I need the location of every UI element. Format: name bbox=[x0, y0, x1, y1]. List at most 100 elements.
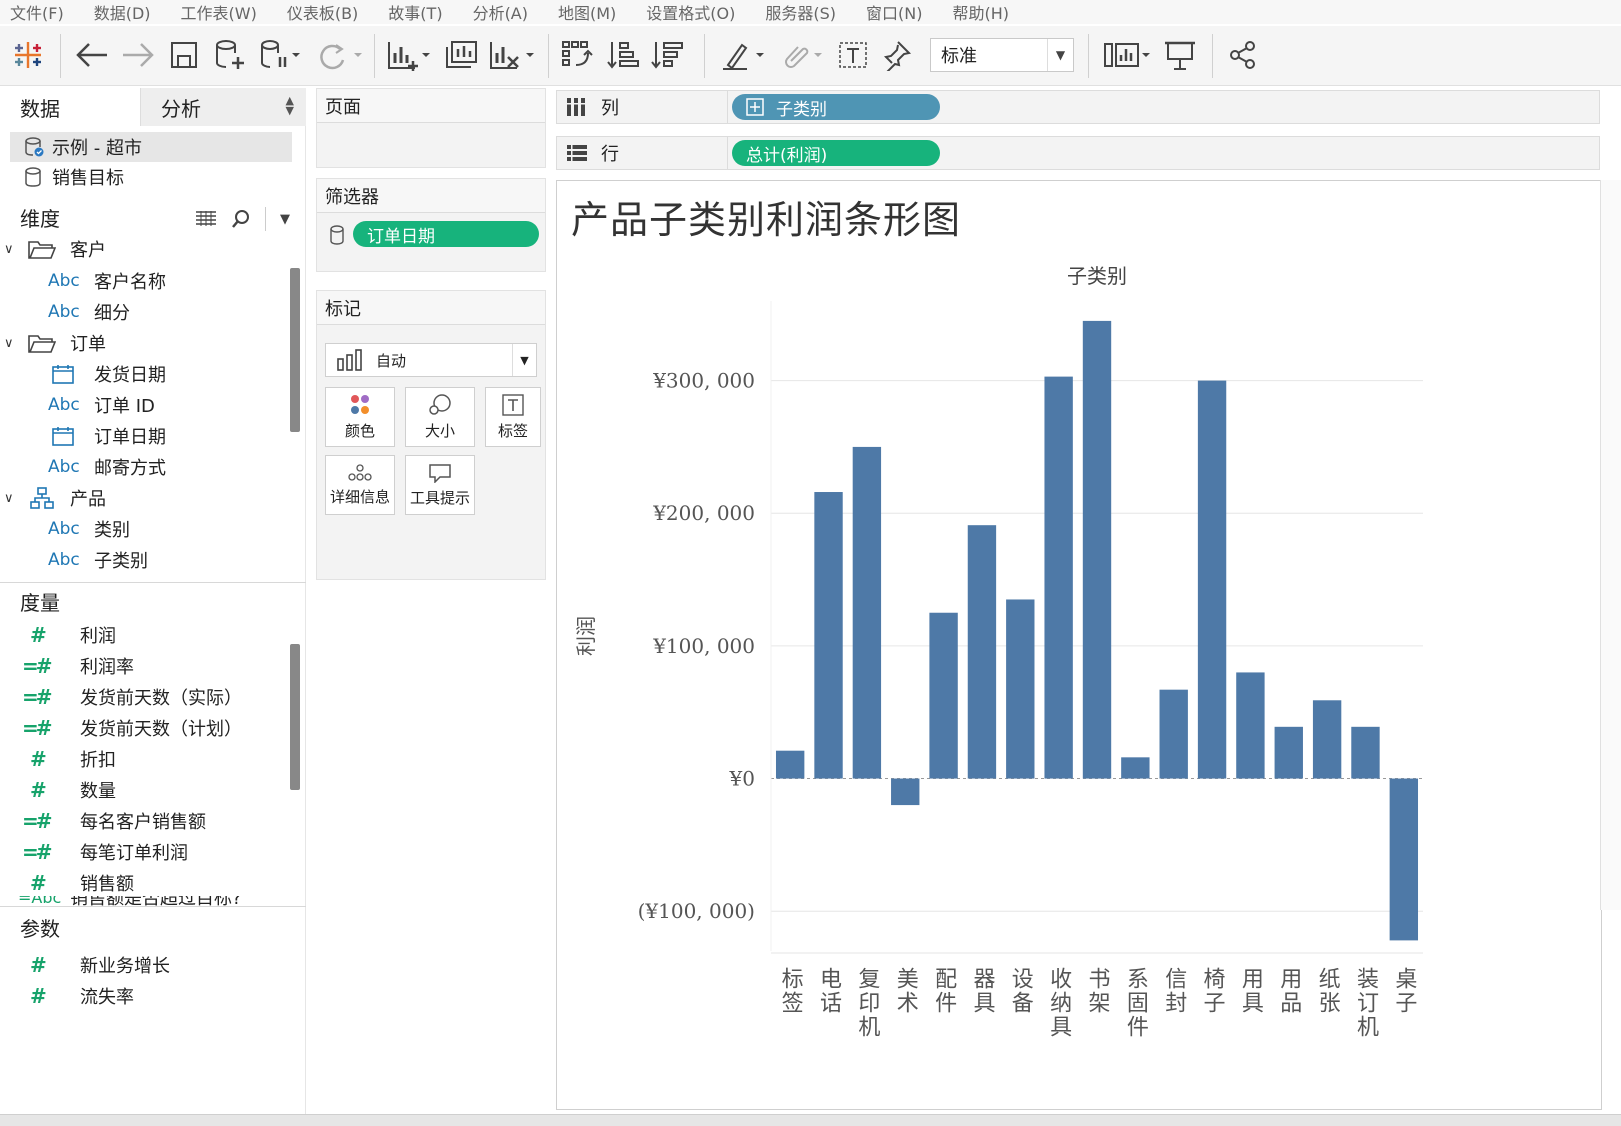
field-item[interactable]: 发货日期 bbox=[52, 359, 166, 389]
rows-shelf[interactable]: 行 bbox=[556, 136, 728, 170]
menu-item[interactable]: 服务器(S) bbox=[765, 0, 836, 24]
show-cards-icon[interactable] bbox=[1100, 38, 1156, 72]
tooltip-button[interactable]: 工具提示 bbox=[405, 455, 475, 515]
measure-item[interactable]: =# 利润率 bbox=[22, 651, 134, 681]
x-tick-label: 设备 bbox=[1008, 967, 1034, 1015]
expand-plus-icon[interactable] bbox=[746, 98, 764, 116]
calendar-icon bbox=[52, 427, 74, 446]
size-button[interactable]: 大小 bbox=[405, 387, 475, 447]
field-item[interactable]: Abc 订单 ID bbox=[48, 390, 155, 420]
tableau-logo-icon[interactable] bbox=[10, 38, 46, 72]
refresh-icon[interactable] bbox=[312, 38, 368, 72]
measure-item[interactable]: # 折扣 bbox=[30, 744, 116, 774]
measure-item[interactable]: =# 发货前天数（实际） bbox=[22, 682, 242, 712]
abc-type-icon: Abc bbox=[48, 271, 80, 291]
field-item[interactable]: Abc 客户名称 bbox=[48, 266, 166, 296]
hash-icon: # bbox=[30, 871, 47, 895]
database-connected-icon bbox=[25, 137, 44, 157]
folder-product[interactable]: ∨ 产品 bbox=[0, 483, 280, 513]
field-label: 发货日期 bbox=[94, 365, 166, 386]
new-datasource-icon[interactable] bbox=[210, 38, 250, 72]
parameter-item[interactable]: # 流失率 bbox=[30, 981, 134, 1011]
view-list-icon[interactable] bbox=[195, 210, 217, 228]
measure-item[interactable]: # 数量 bbox=[30, 775, 116, 805]
hierarchy-icon bbox=[30, 487, 54, 509]
bar-器具 bbox=[967, 525, 997, 779]
share-icon[interactable] bbox=[1224, 38, 1262, 72]
dimensions-title: 维度 bbox=[20, 206, 60, 231]
filters-card[interactable]: 筛选器 订单日期 bbox=[316, 178, 546, 272]
dimensions-scrollbar[interactable] bbox=[290, 268, 300, 432]
filter-pill-label: 订单日期 bbox=[367, 226, 435, 247]
menu-item[interactable]: 分析(A) bbox=[473, 0, 528, 24]
menu-item[interactable]: 地图(M) bbox=[558, 0, 616, 24]
datasource-label: 销售目标 bbox=[52, 168, 124, 189]
measure-item[interactable]: =# 发货前天数（计划） bbox=[22, 713, 242, 743]
color-button[interactable]: 颜色 bbox=[325, 387, 395, 447]
folder-customer[interactable]: ∨ 客户 bbox=[0, 234, 280, 264]
label-button[interactable]: 标签 bbox=[485, 387, 541, 447]
rows-icon bbox=[567, 145, 587, 161]
measure-item[interactable]: =# 每名客户销售额 bbox=[22, 806, 206, 836]
menu-item[interactable]: 故事(T) bbox=[388, 0, 442, 24]
save-icon[interactable] bbox=[166, 38, 202, 72]
pause-datasource-icon[interactable] bbox=[256, 38, 306, 72]
swap-rows-columns-icon[interactable] bbox=[558, 38, 598, 72]
highlight-pen-icon[interactable] bbox=[718, 38, 774, 72]
duplicate-sheet-icon[interactable] bbox=[442, 38, 482, 72]
chevron-down-icon: ∨ bbox=[4, 490, 14, 506]
field-item[interactable]: Abc 子类别 bbox=[48, 545, 148, 575]
x-tick-label: 椅子 bbox=[1200, 967, 1226, 1015]
new-worksheet-icon[interactable] bbox=[384, 38, 440, 72]
menu-item[interactable]: 工作表(W) bbox=[181, 0, 257, 24]
columns-pill-subcategory[interactable]: 子类别 bbox=[732, 94, 940, 120]
field-item[interactable]: Abc 邮寄方式 bbox=[48, 452, 166, 482]
measures-scrollbar[interactable] bbox=[290, 644, 300, 790]
columns-shelf[interactable]: 列 bbox=[556, 90, 728, 124]
menu-item[interactable]: 设置格式(O) bbox=[646, 0, 735, 24]
chevron-down-icon[interactable]: ▼ bbox=[280, 212, 290, 227]
forward-arrow-icon[interactable] bbox=[118, 38, 158, 72]
measure-item[interactable]: # 利润 bbox=[30, 620, 116, 650]
pages-card[interactable]: 页面 bbox=[316, 88, 546, 168]
parameter-item[interactable]: # 新业务增长 bbox=[30, 950, 170, 980]
presentation-mode-icon[interactable] bbox=[1160, 38, 1200, 72]
paperclip-icon[interactable] bbox=[776, 38, 830, 72]
sort-descending-icon[interactable] bbox=[648, 38, 688, 72]
x-tick-label: 用品 bbox=[1276, 967, 1302, 1015]
tab-analysis[interactable]: 分析 ▲ ▼ bbox=[140, 88, 306, 126]
menu-item[interactable]: 仪表板(B) bbox=[287, 0, 358, 24]
label-text-icon[interactable] bbox=[834, 38, 872, 72]
field-item[interactable]: Abc 细分 bbox=[48, 297, 130, 327]
datasource-item[interactable]: 销售目标 bbox=[10, 162, 292, 192]
filter-pill-order-date[interactable]: 订单日期 bbox=[353, 221, 539, 247]
fit-dropdown[interactable]: 标准 ▼ bbox=[930, 38, 1074, 72]
measure-item[interactable]: # 销售额 bbox=[30, 868, 134, 898]
detail-button[interactable]: 详细信息 bbox=[325, 455, 395, 515]
menu-item[interactable]: 数据(D) bbox=[94, 0, 151, 24]
measure-item-clipped[interactable]: =Abc 销售额是否超过目标? bbox=[0, 896, 290, 906]
measure-item[interactable]: =# 每笔订单利润 bbox=[22, 837, 188, 867]
back-arrow-icon[interactable] bbox=[72, 38, 112, 72]
rows-pill-sum-profit[interactable]: 总计(利润) bbox=[732, 140, 940, 166]
menu-item[interactable]: 文件(F) bbox=[10, 0, 64, 24]
sort-ascending-icon[interactable] bbox=[604, 38, 644, 72]
fit-dropdown-value: 标准 bbox=[941, 46, 977, 67]
x-tick-label: 器具 bbox=[969, 967, 995, 1015]
tab-data[interactable]: 数据 bbox=[0, 88, 140, 126]
menu-item[interactable]: 窗口(N) bbox=[866, 0, 922, 24]
bar-美术 bbox=[891, 778, 920, 806]
datasource-item[interactable]: 示例 - 超市 bbox=[10, 132, 292, 162]
field-item[interactable]: 订单日期 bbox=[52, 421, 166, 451]
database-icon bbox=[25, 167, 41, 187]
menu-item[interactable]: 帮助(H) bbox=[953, 0, 1010, 24]
x-tick-label: 电话 bbox=[816, 967, 842, 1015]
field-item[interactable]: Abc 类别 bbox=[48, 514, 130, 544]
sort-updown-icon[interactable]: ▲ ▼ bbox=[286, 95, 294, 116]
menu-bar: 文件(F) 数据(D) 工作表(W) 仪表板(B) 故事(T) 分析(A) 地图(M) 设置格… bbox=[0, 0, 1621, 24]
folder-order[interactable]: ∨ 订单 bbox=[0, 328, 280, 358]
mark-type-dropdown[interactable]: 自动 ▼ bbox=[325, 343, 537, 377]
search-icon[interactable] bbox=[231, 209, 251, 229]
clear-sheet-icon[interactable] bbox=[486, 38, 542, 72]
pin-icon[interactable] bbox=[878, 38, 916, 72]
